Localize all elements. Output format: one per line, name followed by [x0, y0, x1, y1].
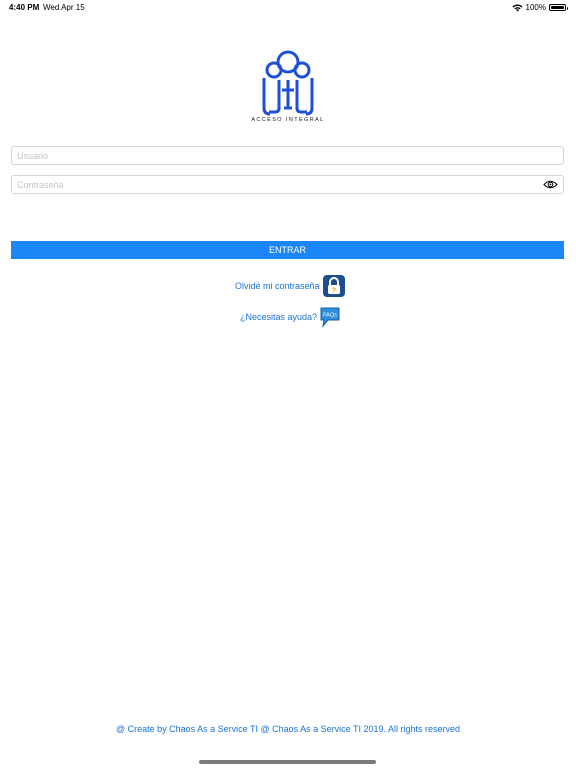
battery-icon	[549, 4, 568, 11]
footer-copyright: @ Create by Chaos As a Service TI @ Chao…	[115, 724, 461, 734]
status-time: 4:40 PM	[9, 3, 40, 12]
enter-button[interactable]: ENTRAR	[11, 241, 564, 259]
status-bar: 4:40 PM Wed Apr 15 100%	[0, 0, 576, 16]
enter-button-label: ENTRAR	[268, 245, 306, 255]
forgot-password-link[interactable]: Olvidé mi contraseña ?	[235, 275, 345, 297]
eye-icon[interactable]	[543, 179, 558, 190]
need-help-link[interactable]: ¿Necesitas ayuda? FAQs	[240, 306, 341, 328]
battery-percent: 100%	[525, 3, 546, 12]
logo-caption: ACCESO INTEGRAL	[251, 117, 325, 123]
faq-badge-text: FAQs	[323, 313, 337, 319]
wifi-icon	[512, 3, 523, 11]
status-indicators: 100%	[512, 3, 568, 12]
lock-icon[interactable]: ?	[322, 275, 345, 297]
need-help-label: ¿Necesitas ayuda?	[240, 312, 318, 322]
status-date: Wed Apr 15	[43, 3, 85, 12]
username-placeholder: Usuario	[17, 150, 49, 161]
password-placeholder: Contraseña	[17, 179, 64, 190]
password-field[interactable]: Contraseña	[11, 175, 564, 194]
username-field[interactable]: Usuario	[11, 146, 564, 165]
faq-icon[interactable]: FAQs	[319, 306, 341, 328]
forgot-password-label: Olvidé mi contraseña	[235, 281, 320, 291]
home-indicator[interactable]	[199, 760, 376, 764]
svg-text:?: ?	[331, 288, 335, 295]
